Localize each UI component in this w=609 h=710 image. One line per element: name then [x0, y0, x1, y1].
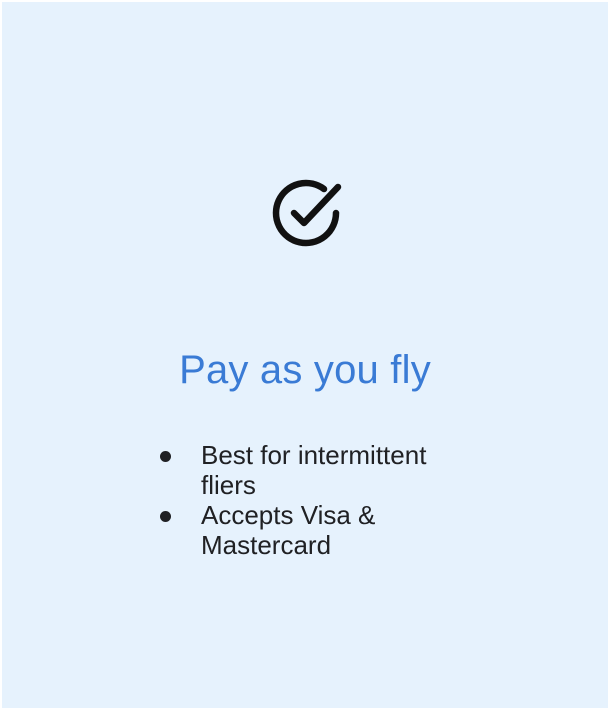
plan-card: Pay as you fly Best for intermittent fli… — [2, 2, 608, 708]
bullet-icon — [160, 511, 171, 522]
feature-text: Accepts Visa & Mastercard — [201, 500, 376, 560]
check-circle-icon — [264, 170, 352, 258]
bullet-icon — [160, 451, 171, 462]
plan-title: Pay as you fly — [179, 348, 431, 392]
feature-text: Best for intermittent fliers — [201, 440, 427, 500]
feature-list: Best for intermittent fliers Accepts Vis… — [157, 440, 477, 560]
list-item: Best for intermittent fliers — [157, 440, 477, 500]
list-item: Accepts Visa & Mastercard — [157, 500, 477, 560]
